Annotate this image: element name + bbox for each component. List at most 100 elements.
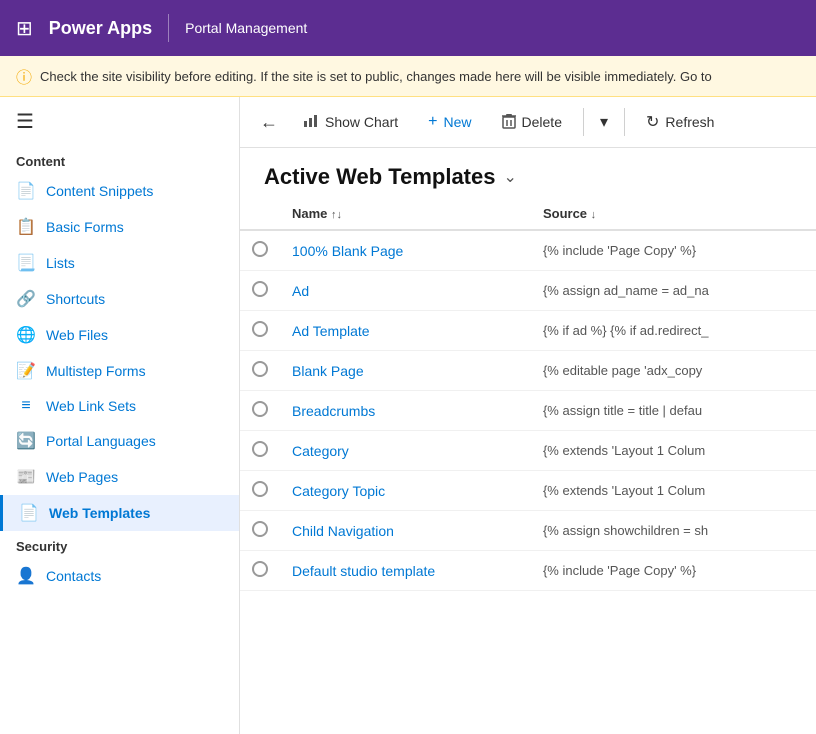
sidebar-item-content-snippets[interactable]: 📄 Content Snippets <box>0 173 239 209</box>
show-chart-label: Show Chart <box>325 114 398 130</box>
page-title-row: Active Web Templates ⌄ <box>240 148 816 198</box>
record-source: {% if ad %} {% if ad.redirect_ <box>531 311 816 351</box>
web-pages-icon: 📰 <box>16 467 36 487</box>
content-area: ← Show Chart + New <box>240 97 816 734</box>
lists-icon: 📃 <box>16 253 36 273</box>
web-templates-icon: 📄 <box>19 503 39 523</box>
record-source: {% include 'Page Copy' %} <box>531 230 816 271</box>
row-select-checkbox[interactable] <box>252 281 268 297</box>
sidebar-item-basic-forms[interactable]: 📋 Basic Forms <box>0 209 239 245</box>
record-source: {% extends 'Layout 1 Colum <box>531 431 816 471</box>
name-header-label: Name <box>292 206 327 221</box>
page-title: Active Web Templates <box>264 164 495 190</box>
name-sort-icon[interactable]: ↑↓ <box>331 209 342 221</box>
record-name-link[interactable]: Category Topic <box>292 483 385 499</box>
toolbar: ← Show Chart + New <box>240 97 816 148</box>
page-title-chevron-icon[interactable]: ⌄ <box>503 167 516 187</box>
table-row: Category Topic {% extends 'Layout 1 Colum <box>240 471 816 511</box>
sidebar-section-content: Content <box>0 146 239 173</box>
app-name: Power Apps <box>49 18 152 39</box>
record-name-link[interactable]: 100% Blank Page <box>292 243 403 259</box>
record-name-link[interactable]: Ad Template <box>292 323 370 339</box>
record-name-link[interactable]: Child Navigation <box>292 523 394 539</box>
sidebar-item-web-pages[interactable]: 📰 Web Pages <box>0 459 239 495</box>
sidebar-item-shortcuts[interactable]: 🔗 Shortcuts <box>0 281 239 317</box>
source-sort-icon[interactable]: ↓ <box>591 209 597 221</box>
portal-languages-icon: 🔄 <box>16 431 36 451</box>
source-column-header[interactable]: Source ↓ <box>531 198 816 230</box>
row-select-checkbox[interactable] <box>252 361 268 377</box>
record-source: {% editable page 'adx_copy <box>531 351 816 391</box>
toolbar-divider <box>583 108 584 136</box>
table-row: Child Navigation {% assign showchildren =… <box>240 511 816 551</box>
web-files-icon: 🌐 <box>16 325 36 345</box>
row-select-checkbox[interactable] <box>252 241 268 257</box>
table-row: Ad Template {% if ad %} {% if ad.redirect… <box>240 311 816 351</box>
delete-button[interactable]: Delete <box>489 106 575 139</box>
table-header-row: Name ↑↓ Source ↓ <box>240 198 816 230</box>
row-select-checkbox[interactable] <box>252 481 268 497</box>
sidebar-item-web-files[interactable]: 🌐 Web Files <box>0 317 239 353</box>
sidebar-item-contacts[interactable]: 👤 Contacts <box>0 558 239 594</box>
sidebar-item-portal-languages[interactable]: 🔄 Portal Languages <box>0 423 239 459</box>
row-select-checkbox[interactable] <box>252 321 268 337</box>
row-select-checkbox[interactable] <box>252 521 268 537</box>
new-label: New <box>444 114 472 130</box>
record-name-link[interactable]: Ad <box>292 283 309 299</box>
more-button[interactable]: ▾ <box>592 106 616 138</box>
warning-icon: ⓘ <box>16 64 32 88</box>
record-source: {% extends 'Layout 1 Colum <box>531 471 816 511</box>
row-select-checkbox[interactable] <box>252 441 268 457</box>
sidebar-item-label: Web Templates <box>49 505 150 521</box>
show-chart-button[interactable]: Show Chart <box>290 106 411 139</box>
refresh-icon: ↻ <box>646 112 659 132</box>
data-area: Active Web Templates ⌄ Name ↑↓ Source ↓ <box>240 148 816 734</box>
sidebar-item-label: Contacts <box>46 568 101 584</box>
sidebar-item-label: Basic Forms <box>46 219 124 235</box>
contacts-icon: 👤 <box>16 566 36 586</box>
sidebar-item-label: Web Pages <box>46 469 118 485</box>
sidebar-item-label: Content Snippets <box>46 183 153 199</box>
sidebar-item-label: Lists <box>46 255 75 271</box>
record-name-link[interactable]: Blank Page <box>292 363 364 379</box>
record-source: {% assign title = title | defau <box>531 391 816 431</box>
table-row: Breadcrumbs {% assign title = title | def… <box>240 391 816 431</box>
sidebar-item-web-templates[interactable]: 📄 Web Templates <box>0 495 239 531</box>
table-row: Blank Page {% editable page 'adx_copy <box>240 351 816 391</box>
new-button[interactable]: + New <box>415 106 484 138</box>
toolbar-divider-2 <box>624 108 625 136</box>
topbar-divider <box>168 14 169 42</box>
checkbox-col-header <box>240 198 280 230</box>
row-select-checkbox[interactable] <box>252 401 268 417</box>
delete-label: Delete <box>522 114 562 130</box>
sidebar-section-security: Security <box>0 531 239 558</box>
row-select-checkbox[interactable] <box>252 561 268 577</box>
table-row: Ad{% assign ad_name = ad_na <box>240 271 816 311</box>
waffle-icon[interactable]: ⊞ <box>16 16 33 41</box>
record-name-link[interactable]: Default studio template <box>292 563 435 579</box>
sidebar-item-label: Shortcuts <box>46 291 105 307</box>
sidebar-item-label: Multistep Forms <box>46 363 146 379</box>
basic-forms-icon: 📋 <box>16 217 36 237</box>
hamburger-button[interactable]: ☰ <box>0 97 239 146</box>
sidebar: ☰ Content 📄 Content Snippets 📋 Basic For… <box>0 97 240 734</box>
record-name-link[interactable]: Breadcrumbs <box>292 403 375 419</box>
name-column-header[interactable]: Name ↑↓ <box>280 198 531 230</box>
data-table: Name ↑↓ Source ↓ 100% Blank Page {% inclu… <box>240 198 816 591</box>
web-link-sets-icon: ≡ <box>16 397 36 415</box>
refresh-button[interactable]: ↻ Refresh <box>633 105 727 139</box>
back-button[interactable]: ← <box>252 108 286 137</box>
record-name-link[interactable]: Category <box>292 443 349 459</box>
sidebar-item-label: Web Files <box>46 327 108 343</box>
sidebar-item-web-link-sets[interactable]: ≡ Web Link Sets <box>0 389 239 423</box>
multistep-forms-icon: 📝 <box>16 361 36 381</box>
sidebar-item-lists[interactable]: 📃 Lists <box>0 245 239 281</box>
delete-icon <box>502 113 516 132</box>
record-source: {% include 'Page Copy' %} <box>531 551 816 591</box>
new-icon: + <box>428 113 437 131</box>
record-source: {% assign showchildren = sh <box>531 511 816 551</box>
sidebar-item-multistep-forms[interactable]: 📝 Multistep Forms <box>0 353 239 389</box>
table-row: Category {% extends 'Layout 1 Colum <box>240 431 816 471</box>
warning-bar: ⓘ Check the site visibility before editi… <box>0 56 816 97</box>
content-snippets-icon: 📄 <box>16 181 36 201</box>
